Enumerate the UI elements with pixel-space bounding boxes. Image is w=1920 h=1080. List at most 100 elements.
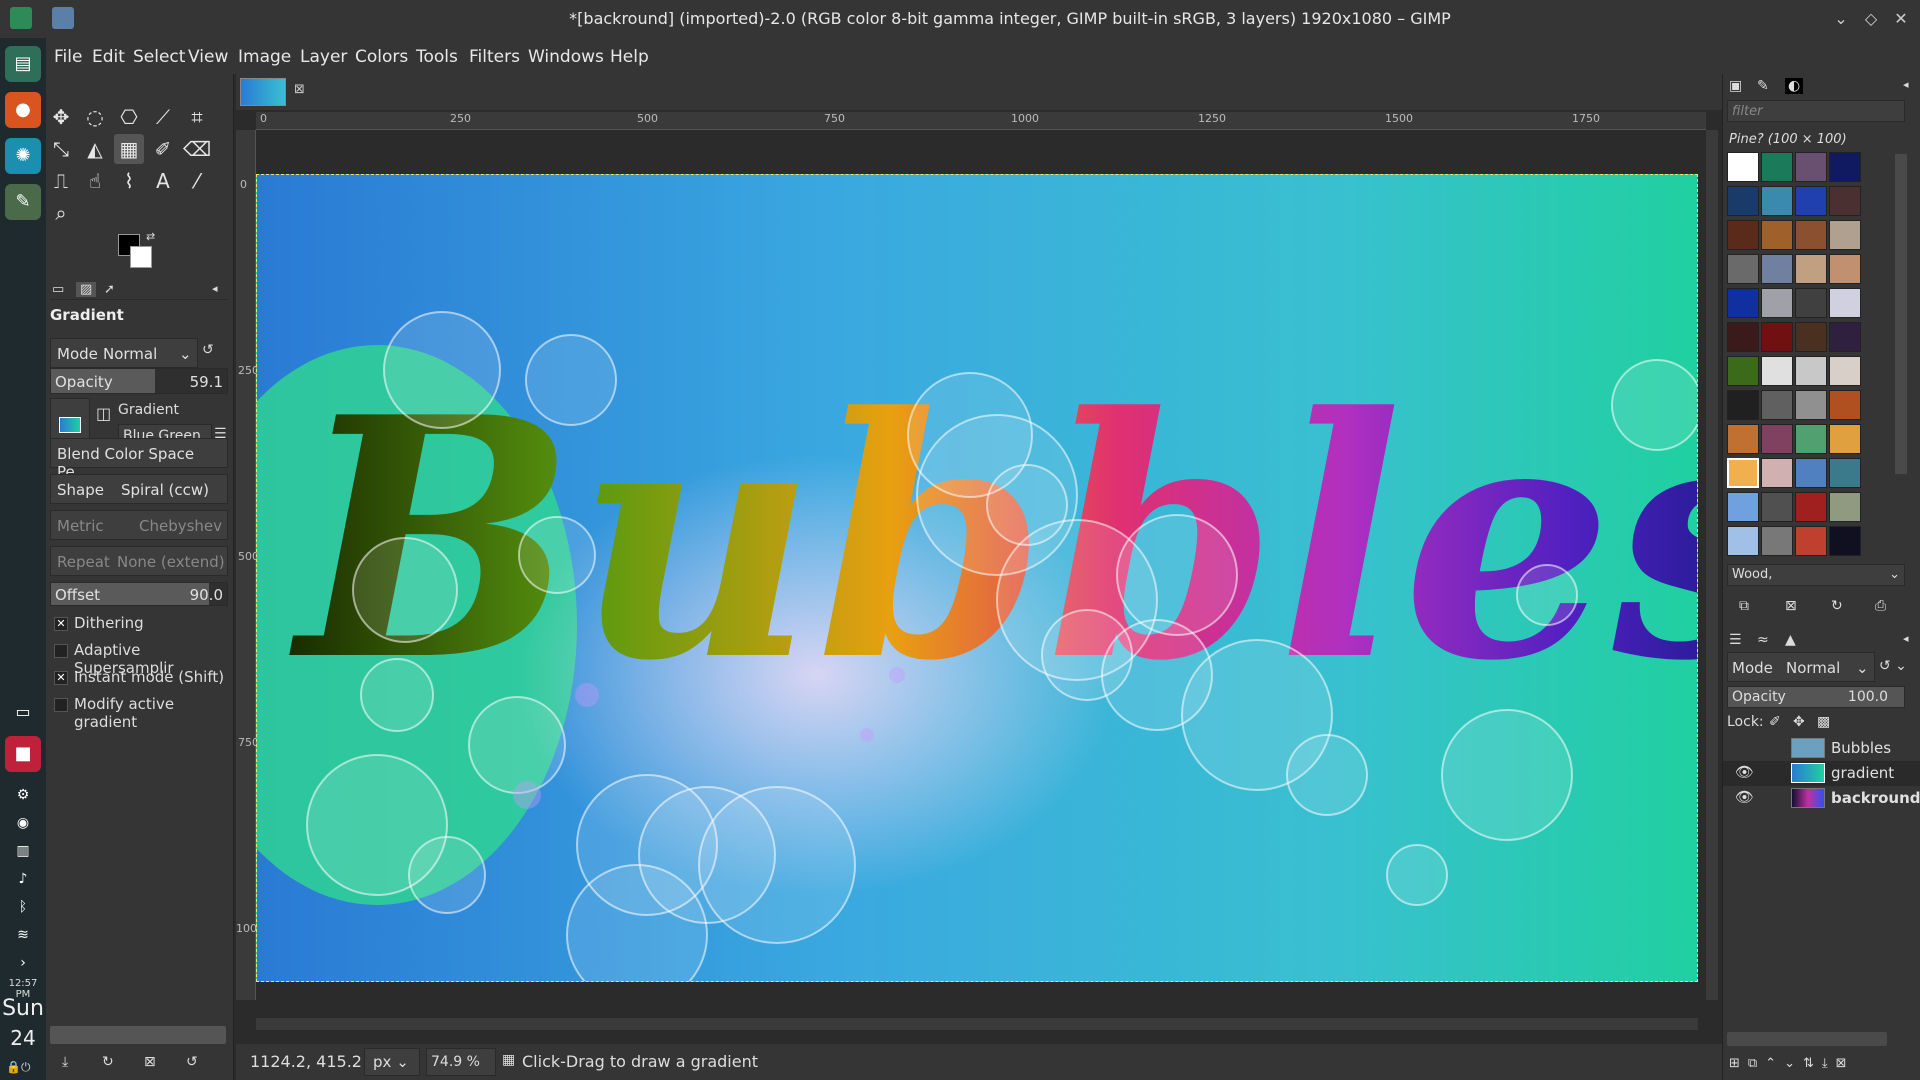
gimp-launcher-icon[interactable]: ✎ [5, 184, 41, 220]
dithering-checkbox[interactable]: ✕ [54, 617, 68, 631]
image-thumbnail[interactable] [240, 78, 286, 106]
warp-icon[interactable]: ◭ [80, 134, 110, 164]
pattern-swatch[interactable] [1727, 390, 1759, 420]
pattern-swatch[interactable] [1829, 322, 1861, 352]
zoom-select[interactable]: 74.9 % [426, 1048, 496, 1076]
pattern-swatch[interactable] [1795, 492, 1827, 522]
gradients-tab-icon[interactable]: ◐ [1785, 78, 1804, 94]
dock-menu-icon[interactable]: ◂ [1903, 632, 1909, 645]
opacity-slider[interactable]: Opacity 59.1 [50, 368, 228, 394]
move-tool-icon[interactable]: ✥ [46, 102, 76, 132]
pattern-swatch[interactable] [1795, 254, 1827, 284]
pattern-name-field[interactable]: Wood, ⌄ [1727, 564, 1905, 586]
zoom-icon[interactable]: ⌕ [46, 198, 76, 228]
menu-tools[interactable]: Tools [416, 47, 458, 67]
pattern-tab-icon[interactable]: ▣ [1729, 78, 1742, 94]
layer-opacity-slider[interactable]: Opacity 100.0 [1727, 686, 1905, 708]
lock-power-icon[interactable]: 🔒⏻ [6, 1060, 30, 1075]
settings-icon[interactable]: ✺ [5, 138, 41, 174]
pattern-swatch[interactable] [1795, 186, 1827, 216]
pattern-swatch[interactable] [1795, 220, 1827, 250]
duplicate-pattern-icon[interactable]: ⧉ [1739, 598, 1749, 614]
pattern-swatch[interactable] [1829, 458, 1861, 488]
pattern-swatch[interactable] [1795, 356, 1827, 386]
eye-icon[interactable]: 👁 [1735, 788, 1754, 806]
pattern-grid[interactable] [1727, 152, 1867, 560]
layer-row[interactable]: Bubbles [1723, 736, 1920, 761]
smudge-icon[interactable]: ☝ [80, 166, 110, 196]
pattern-swatch[interactable] [1727, 220, 1759, 250]
brushes-tab-icon[interactable]: ✎ [1757, 78, 1769, 94]
bluetooth-icon[interactable]: ᛒ [5, 894, 41, 920]
pattern-swatch[interactable] [1761, 322, 1793, 352]
pattern-swatch-selected[interactable] [1727, 458, 1759, 488]
instant-mode-checkbox[interactable]: ✕ [54, 671, 68, 685]
layer-row[interactable]: 👁 backround [1723, 786, 1920, 811]
record-icon[interactable]: ■ [5, 736, 41, 772]
pattern-swatch[interactable] [1761, 254, 1793, 284]
pattern-swatch[interactable] [1727, 186, 1759, 216]
volume-icon[interactable]: ♪ [5, 866, 41, 892]
swap-colors-icon[interactable]: ⇄ [146, 230, 155, 243]
pattern-swatch[interactable] [1829, 220, 1861, 250]
pattern-swatch[interactable] [1795, 288, 1827, 318]
pattern-swatch[interactable] [1727, 288, 1759, 318]
patterns-scrollbar[interactable] [1895, 154, 1907, 474]
modify-gradient-checkbox[interactable] [54, 698, 68, 712]
clipboard-icon[interactable]: ▥ [5, 838, 41, 864]
files-icon[interactable]: ▤ [5, 46, 41, 82]
accessibility-icon[interactable]: ◉ [5, 810, 41, 836]
horizontal-scrollbar[interactable] [256, 1018, 1698, 1030]
transform-icon[interactable]: ⤡ [46, 134, 76, 164]
eye-icon[interactable]: 👁 [1735, 763, 1754, 781]
layer-mode-select[interactable]: Mode Normal ⌄ [1727, 652, 1875, 682]
path-icon[interactable]: ⌇ [114, 166, 144, 196]
pattern-swatch[interactable] [1829, 390, 1861, 420]
vertical-scrollbar[interactable] [1706, 130, 1718, 1000]
notifications-icon[interactable]: ⚙ [5, 782, 41, 808]
refresh-patterns-icon[interactable]: ↻ [1831, 598, 1843, 614]
unit-select[interactable]: px ⌄ [364, 1048, 420, 1076]
pattern-swatch[interactable] [1761, 390, 1793, 420]
delete-pattern-icon[interactable]: ⊠ [1785, 598, 1797, 614]
toolbox-scrollbar[interactable] [50, 1026, 226, 1044]
pattern-swatch[interactable] [1795, 390, 1827, 420]
menu-image[interactable]: Image [238, 47, 291, 67]
tool-options-tab-icon[interactable]: ▭ [52, 282, 64, 297]
pattern-swatch[interactable] [1727, 526, 1759, 556]
save-options-icon[interactable]: ⤓ [62, 1054, 68, 1070]
pattern-swatch[interactable] [1727, 322, 1759, 352]
device-status-tab-icon[interactable]: ▨ [76, 282, 97, 297]
pattern-swatch[interactable] [1761, 458, 1793, 488]
fuzzy-select-icon[interactable]: ⟋ [148, 102, 178, 132]
open-pattern-icon[interactable]: ⎙ [1875, 598, 1886, 614]
pattern-swatch[interactable] [1761, 492, 1793, 522]
ellipse-select-icon[interactable]: ◌ [80, 102, 110, 132]
clone-icon[interactable]: ⎍ [46, 166, 76, 196]
text-tool-icon[interactable]: A [148, 166, 178, 196]
pattern-swatch[interactable] [1829, 186, 1861, 216]
pattern-swatch[interactable] [1829, 152, 1861, 182]
mode-select[interactable]: Mode Normal ⌄ [50, 338, 198, 368]
dock-menu-icon[interactable]: ◂ [1903, 78, 1909, 91]
pattern-swatch[interactable] [1795, 526, 1827, 556]
lasso-icon[interactable]: ⎔ [114, 102, 144, 132]
pattern-swatch[interactable] [1727, 356, 1759, 386]
pattern-swatch[interactable] [1795, 152, 1827, 182]
wifi-icon[interactable]: ≋ [5, 922, 41, 948]
offset-slider[interactable]: Offset 90.0 [50, 582, 228, 606]
eraser-icon[interactable]: ⌫ [182, 134, 212, 164]
pattern-swatch[interactable] [1829, 526, 1861, 556]
pattern-swatch[interactable] [1829, 492, 1861, 522]
close-tab-icon[interactable]: ⊠ [294, 82, 305, 97]
display-icon[interactable]: ▭ [5, 694, 41, 730]
pattern-swatch[interactable] [1795, 458, 1827, 488]
pattern-swatch[interactable] [1795, 424, 1827, 454]
menu-windows[interactable]: Windows [528, 47, 604, 67]
pattern-swatch[interactable] [1761, 152, 1793, 182]
crop-icon[interactable]: ⌗ [182, 102, 212, 132]
firefox-icon[interactable]: ● [5, 92, 41, 128]
menu-help[interactable]: Help [610, 47, 649, 67]
layer-row[interactable]: 👁 gradient [1723, 761, 1920, 786]
menu-layer[interactable]: Layer [300, 47, 347, 67]
